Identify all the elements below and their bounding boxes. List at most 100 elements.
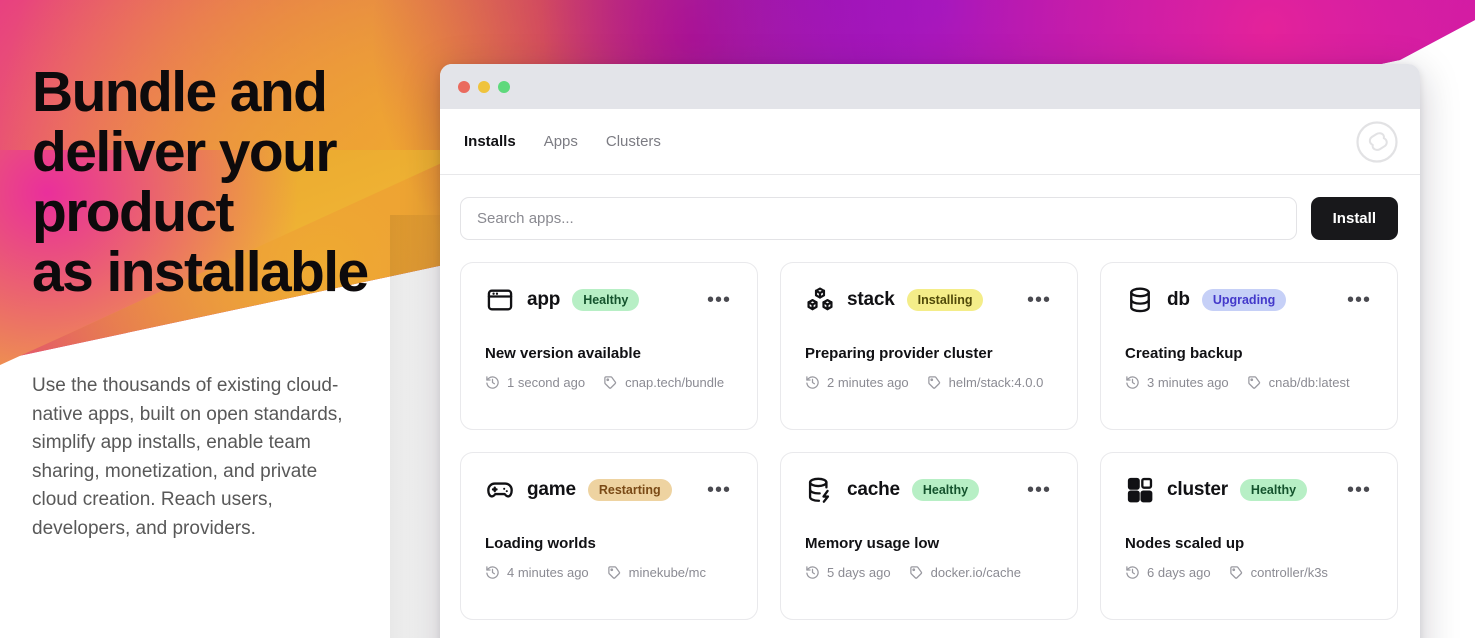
install-card[interactable]: game Restarting ••• Loading worlds 4 min… — [460, 452, 758, 620]
tag-icon — [1247, 375, 1262, 390]
card-menu-button[interactable]: ••• — [1345, 480, 1373, 500]
card-menu-button[interactable]: ••• — [705, 290, 733, 310]
history-clock-icon — [1125, 565, 1140, 580]
close-window-button[interactable] — [458, 80, 470, 93]
card-time-label: 4 minutes ago — [507, 565, 589, 580]
install-card[interactable]: cache Healthy ••• Memory usage low 5 day… — [780, 452, 1078, 620]
card-tag-label: minekube/mc — [628, 565, 706, 580]
database-icon — [1125, 285, 1155, 315]
card-time-label: 3 minutes ago — [1147, 375, 1229, 390]
database-zap-icon — [805, 475, 835, 505]
status-badge: Restarting — [587, 479, 672, 501]
card-meta: 4 minutes ago minekube/mc — [485, 565, 733, 580]
hero-title-line-2: deliver your — [32, 120, 338, 184]
tab-clusters[interactable]: Clusters — [606, 133, 661, 150]
card-timestamp: 5 days ago — [805, 565, 891, 580]
card-header: cluster Healthy ••• — [1125, 475, 1373, 505]
card-tag: controller/k3s — [1229, 565, 1328, 580]
search-row: Install — [440, 175, 1420, 240]
tab-list: Installs Apps Clusters — [464, 133, 661, 150]
history-clock-icon — [1125, 375, 1140, 390]
brand-logo-icon — [1356, 120, 1398, 163]
card-meta: 3 minutes ago cnab/db:latest — [1125, 375, 1373, 390]
card-header: app Healthy ••• — [485, 285, 733, 315]
card-meta: 6 days ago controller/k3s — [1125, 565, 1373, 580]
card-meta: 5 days ago docker.io/cache — [805, 565, 1053, 580]
card-tag-label: helm/stack:4.0.0 — [948, 375, 1044, 390]
card-title: cluster — [1167, 479, 1228, 500]
boxes-stack-icon — [805, 285, 835, 315]
card-timestamp: 2 minutes ago — [805, 375, 909, 390]
page-title: Bundle and deliver your product as insta… — [32, 62, 432, 302]
tag-icon — [607, 565, 622, 580]
history-clock-icon — [805, 565, 820, 580]
status-badge: Upgrading — [1201, 289, 1287, 311]
tag-icon — [603, 375, 618, 390]
card-tag: docker.io/cache — [909, 565, 1021, 580]
history-clock-icon — [805, 375, 820, 390]
install-card[interactable]: db Upgrading ••• Creating backup 3 minut… — [1100, 262, 1398, 430]
gamepad-icon — [485, 475, 515, 505]
card-message: Nodes scaled up — [1125, 535, 1245, 552]
card-header: game Restarting ••• — [485, 475, 733, 505]
tab-installs[interactable]: Installs — [464, 133, 516, 150]
install-cards-grid: app Healthy ••• New version available 1 … — [440, 240, 1420, 638]
search-input[interactable] — [460, 197, 1297, 240]
maximize-window-button[interactable] — [498, 80, 510, 93]
card-time-label: 6 days ago — [1147, 565, 1211, 580]
status-badge: Healthy — [572, 289, 640, 311]
tab-bar: Installs Apps Clusters — [440, 109, 1420, 175]
blocks-icon — [1125, 475, 1155, 505]
card-title: game — [527, 479, 576, 500]
history-clock-icon — [485, 375, 500, 390]
install-card[interactable]: stack Installing ••• Preparing provider … — [780, 262, 1078, 430]
card-message: Memory usage low — [805, 535, 940, 552]
card-meta: 2 minutes ago helm/stack:4.0.0 — [805, 375, 1053, 390]
card-menu-button[interactable]: ••• — [705, 480, 733, 500]
browser-window-icon — [485, 285, 515, 315]
card-message: Creating backup — [1125, 345, 1243, 362]
hero-description: Use the thousands of existing cloud-nati… — [32, 375, 343, 539]
card-header: cache Healthy ••• — [805, 475, 1053, 505]
card-title: stack — [847, 289, 895, 310]
card-message: Preparing provider cluster — [805, 345, 993, 362]
card-menu-button[interactable]: ••• — [1025, 290, 1053, 310]
status-badge: Installing — [906, 289, 984, 311]
card-header: db Upgrading ••• — [1125, 285, 1373, 315]
card-meta: 1 second ago cnap.tech/bundle — [485, 375, 733, 390]
hero-title-line-1: Bundle and — [32, 60, 328, 124]
card-menu-button[interactable]: ••• — [1025, 480, 1053, 500]
card-message: New version available — [485, 345, 641, 362]
card-tag-label: docker.io/cache — [930, 565, 1021, 580]
status-badge: Healthy — [911, 479, 980, 501]
window-titlebar — [440, 64, 1420, 109]
card-message: Loading worlds — [485, 535, 596, 552]
hero-title-line-3: product — [32, 180, 235, 244]
install-button[interactable]: Install — [1310, 197, 1398, 240]
tag-icon — [1229, 565, 1244, 580]
page-root: Bundle and deliver your product as insta… — [0, 0, 1475, 638]
tag-icon — [927, 375, 942, 390]
app-window: Installs Apps Clusters Install — [440, 64, 1420, 638]
card-tag-label: cnap.tech/bundle — [625, 375, 725, 390]
card-menu-button[interactable]: ••• — [1345, 290, 1373, 310]
card-title: app — [527, 289, 561, 310]
card-timestamp: 3 minutes ago — [1125, 375, 1229, 390]
install-card[interactable]: cluster Healthy ••• Nodes scaled up 6 da… — [1100, 452, 1398, 620]
card-timestamp: 4 minutes ago — [485, 565, 589, 580]
tab-apps[interactable]: Apps — [544, 133, 578, 150]
card-title: db — [1167, 289, 1190, 310]
card-tag: minekube/mc — [607, 565, 706, 580]
card-tag: helm/stack:4.0.0 — [927, 375, 1044, 390]
history-clock-icon — [485, 565, 500, 580]
card-timestamp: 6 days ago — [1125, 565, 1211, 580]
minimize-window-button[interactable] — [478, 80, 490, 93]
card-tag-label: controller/k3s — [1250, 565, 1328, 580]
install-card[interactable]: app Healthy ••• New version available 1 … — [460, 262, 758, 430]
card-time-label: 1 second ago — [507, 375, 586, 390]
card-timestamp: 1 second ago — [485, 375, 585, 390]
card-title: cache — [847, 479, 900, 500]
card-tag: cnap.tech/bundle — [603, 375, 724, 390]
card-time-label: 5 days ago — [827, 565, 891, 580]
card-header: stack Installing ••• — [805, 285, 1053, 315]
